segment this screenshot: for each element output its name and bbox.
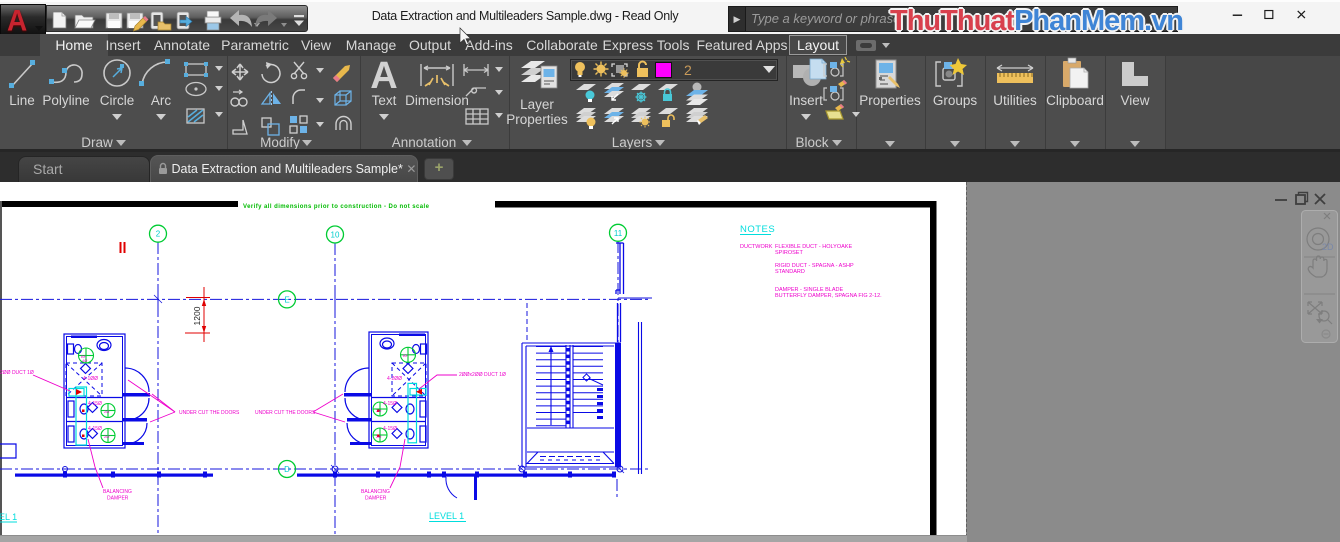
svg-text:11: 11 — [614, 229, 623, 238]
svg-text:Layer: Layer — [520, 97, 554, 112]
svg-text:10: 10 — [331, 231, 340, 240]
svg-text:Arc: Arc — [151, 93, 172, 108]
svg-text:2: 2 — [684, 62, 692, 78]
svg-text:SPIROSET: SPIROSET — [775, 250, 803, 256]
svg-text:2Ø: 2Ø — [376, 434, 381, 439]
svg-text:1200: 1200 — [192, 306, 202, 325]
svg-text:Line: Line — [9, 93, 35, 108]
svg-text:View: View — [1120, 93, 1149, 108]
svg-text:Dimension: Dimension — [405, 93, 469, 108]
svg-text:Insert: Insert — [789, 93, 823, 108]
svg-text:BALANCING: BALANCING — [361, 489, 390, 495]
svg-text:DUCTWORK: DUCTWORK — [740, 244, 773, 250]
svg-text:2D: 2D — [1322, 242, 1334, 252]
svg-text:LEVEL 1: LEVEL 1 — [429, 511, 464, 521]
svg-text:2Ø: 2Ø — [376, 408, 381, 413]
svg-text:4Ø: 4Ø — [82, 358, 87, 363]
svg-text:Layers: Layers — [612, 135, 653, 149]
svg-text:BF: BF — [403, 353, 409, 358]
svg-text:Groups: Groups — [933, 93, 978, 108]
svg-text:4-15Ø: 4-15Ø — [383, 401, 397, 407]
svg-text:2Ø: 2Ø — [104, 434, 109, 439]
svg-text:UNDER CUT THE DOORS: UNDER CUT THE DOORS — [255, 410, 316, 416]
svg-text:2ØØx2ØØ DUCT 1Ø: 2ØØx2ØØ DUCT 1Ø — [459, 372, 506, 378]
svg-text:Text: Text — [372, 93, 397, 108]
svg-text:Properties: Properties — [506, 112, 568, 127]
svg-text:UNDER CUT THE DOORS: UNDER CUT THE DOORS — [179, 410, 240, 416]
svg-text:4-15Ø: 4-15Ø — [383, 426, 397, 432]
svg-text:4-2ØØ: 4-2ØØ — [387, 376, 402, 382]
svg-text:BALANCING: BALANCING — [103, 489, 132, 495]
svg-text:Verify all dimensions prior to: Verify all dimensions prior to construct… — [243, 204, 430, 210]
svg-text:4-15Ø: 4-15Ø — [88, 401, 102, 407]
svg-text:NOTES: NOTES — [740, 224, 775, 235]
svg-text:EL 1: EL 1 — [0, 512, 17, 522]
svg-text:DAMPER: DAMPER — [107, 496, 129, 502]
svg-text:A: A — [370, 56, 397, 97]
svg-text:E: E — [284, 295, 289, 304]
svg-text:Utilities: Utilities — [993, 93, 1037, 108]
svg-text:Properties: Properties — [859, 93, 921, 108]
svg-text:2ØØ DUCT 1Ø: 2ØØ DUCT 1Ø — [0, 370, 34, 376]
svg-text:Circle: Circle — [100, 93, 135, 108]
svg-text:BUTTERFLY DAMPER, SPAGNA FIG 2: BUTTERFLY DAMPER, SPAGNA FIG 2-12. — [775, 293, 882, 299]
svg-text:STANDARD: STANDARD — [775, 269, 805, 275]
svg-text:D: D — [284, 465, 290, 474]
svg-text:Block: Block — [795, 135, 828, 149]
svg-text:DAMPER: DAMPER — [365, 496, 387, 502]
svg-text:Draw: Draw — [81, 135, 113, 149]
svg-text:Clipboard: Clipboard — [1046, 93, 1104, 108]
svg-text:2Ø: 2Ø — [104, 409, 109, 414]
svg-text:4-15Ø: 4-15Ø — [88, 426, 102, 432]
svg-text:Polyline: Polyline — [42, 93, 89, 108]
svg-text:Modify: Modify — [260, 135, 300, 149]
svg-text:4-1ØØ: 4-1ØØ — [83, 376, 98, 382]
svg-text:Annotation: Annotation — [392, 135, 457, 149]
svg-text:2: 2 — [156, 230, 161, 239]
